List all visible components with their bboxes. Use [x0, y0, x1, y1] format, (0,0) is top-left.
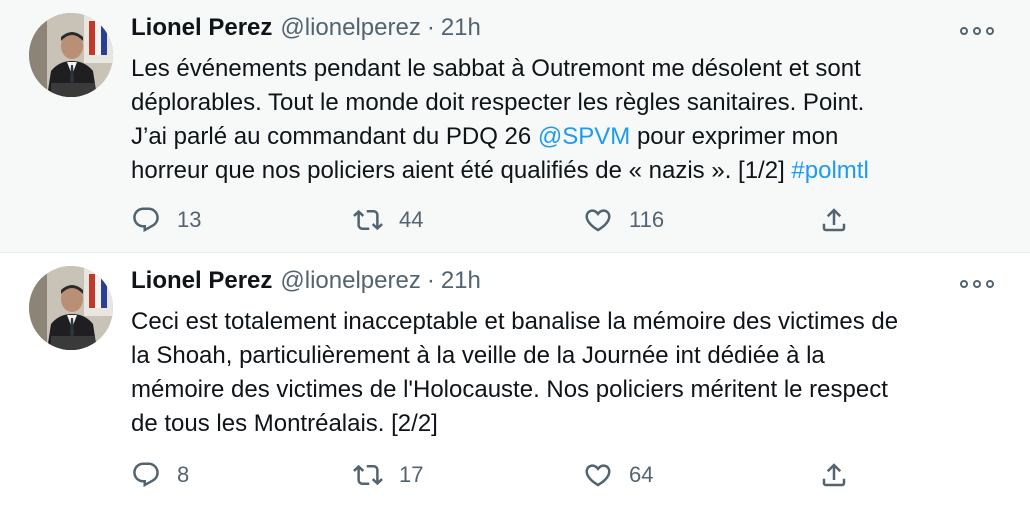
- tweet-text-line: J’ai parlé au commandant du PDQ 26 @SPVM…: [131, 120, 1001, 154]
- tweet-2[interactable]: Lionel Perez @lionelperez · 21h Ceci est…: [0, 253, 1030, 510]
- tweet-text-line: la Shoah, particulièrement à la veille d…: [131, 339, 1001, 373]
- timestamp[interactable]: 21h: [441, 267, 481, 295]
- reply-button[interactable]: 8: [131, 458, 189, 492]
- tweet-text: Les événements pendant le sabbat à Outre…: [131, 52, 1001, 188]
- tweet-actions: 8 17 64: [131, 458, 861, 492]
- share-button[interactable]: [819, 203, 849, 237]
- retweet-button[interactable]: 17: [353, 458, 423, 492]
- text-segment: Les événements pendant le sabbat à Outre…: [131, 55, 861, 82]
- heart-icon: [585, 464, 611, 487]
- separator-dot: ·: [426, 14, 435, 41]
- tweet-1[interactable]: Lionel Perez @lionelperez · 21h Les évén…: [0, 0, 1030, 252]
- tweet-header: Lionel Perez @lionelperez · 21h: [131, 14, 481, 48]
- author-handle[interactable]: @lionelperez: [280, 267, 420, 295]
- more-icon[interactable]: [960, 275, 994, 293]
- share-icon: [822, 208, 846, 232]
- text-segment: la Shoah, particulièrement à la veille d…: [131, 342, 825, 369]
- share-button[interactable]: [819, 458, 849, 492]
- tweet-text-line: Ceci est totalement inacceptable et bana…: [131, 305, 1001, 339]
- like-count: 64: [629, 462, 654, 487]
- tweet-text: Ceci est totalement inacceptable et bana…: [131, 305, 1001, 441]
- tweet-header: Lionel Perez @lionelperez · 21h: [131, 267, 481, 301]
- author-handle[interactable]: @lionelperez: [280, 14, 420, 42]
- like-count: 116: [629, 207, 665, 232]
- more-icon[interactable]: [960, 22, 994, 40]
- tweet-text-line: mémoire des victimes de l'Holocauste. No…: [131, 373, 1001, 407]
- text-segment: déplorables. Tout le monde doit respecte…: [131, 89, 865, 116]
- reply-icon: [133, 207, 159, 233]
- like-button[interactable]: 116: [583, 203, 664, 237]
- share-icon: [822, 463, 846, 487]
- hashtag-link[interactable]: #polmtl: [791, 157, 868, 184]
- timestamp[interactable]: 21h: [441, 14, 481, 42]
- tweet-actions: 13 44 116: [131, 203, 861, 237]
- separator-dot: ·: [426, 267, 435, 294]
- like-button[interactable]: 64: [583, 458, 653, 492]
- retweet-icon: [353, 464, 383, 486]
- text-segment: mémoire des victimes de l'Holocauste. No…: [131, 376, 888, 403]
- text-segment: pour exprimer mon: [630, 123, 839, 150]
- tweet-text-line: de tous les Montréalais. [2/2]: [131, 407, 1001, 441]
- author-name[interactable]: Lionel Perez: [131, 267, 272, 295]
- reply-button[interactable]: 13: [131, 203, 201, 237]
- heart-icon: [585, 209, 611, 232]
- reply-count: 8: [177, 462, 190, 487]
- text-segment: de tous les Montréalais. [2/2]: [131, 410, 438, 437]
- retweet-count: 44: [399, 207, 424, 232]
- retweet-icon: [353, 209, 383, 231]
- tweet-text-line: Les événements pendant le sabbat à Outre…: [131, 52, 1001, 86]
- retweet-count: 17: [399, 462, 424, 487]
- text-segment: J’ai parlé au commandant du PDQ 26: [131, 123, 538, 150]
- reply-count: 13: [177, 207, 202, 232]
- text-segment: Ceci est totalement inacceptable et bana…: [131, 308, 899, 335]
- avatar-photo: [29, 13, 113, 97]
- avatar[interactable]: [29, 266, 113, 350]
- author-name[interactable]: Lionel Perez: [131, 14, 272, 42]
- tweet-text-line: déplorables. Tout le monde doit respecte…: [131, 86, 1001, 120]
- mention-link[interactable]: @SPVM: [538, 123, 630, 150]
- avatar-photo: [29, 266, 113, 350]
- avatar[interactable]: [29, 13, 113, 97]
- retweet-button[interactable]: 44: [353, 203, 423, 237]
- tweet-text-line: horreur que nos policiers aient été qual…: [131, 154, 1001, 188]
- text-segment: horreur que nos policiers aient été qual…: [131, 157, 792, 184]
- reply-icon: [133, 462, 159, 488]
